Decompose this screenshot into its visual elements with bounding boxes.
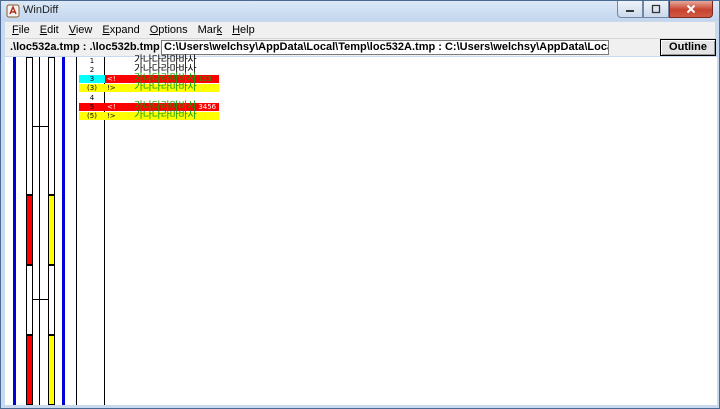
line-number: 5 [89,103,95,111]
menu-file-label: ile [18,24,30,36]
diff-marker-left: <! [107,75,116,83]
menu-view-accel: V [68,24,76,36]
menu-help-accel: H [232,24,241,36]
compared-file-names: .\loc532a.tmp : .\loc532b.tmp [10,41,160,53]
windiff-window: WinDiff File Edit View Expand Options Ma… [0,0,720,409]
title-bar[interactable]: WinDiff [1,1,719,21]
close-icon [686,4,696,14]
line-text-right: 가나다라마바사 [134,110,197,121]
close-button[interactable] [669,1,713,18]
menu-view-label: iew [75,24,93,36]
names-toolbar: .\loc532a.tmp : .\loc532b.tmp C:\Users\w… [5,38,716,56]
overview-left-only-block[interactable] [26,195,33,265]
menu-expand-accel: E [102,24,110,36]
line-text-left-extra: 3456 [198,103,217,111]
line-text-left-extra: 123 [198,75,212,83]
menu-edit-label: dit [47,24,59,36]
menu-expand[interactable]: Expand [97,24,144,36]
overview-right-file-block[interactable] [48,57,55,195]
overview-right-only-block[interactable] [48,195,55,265]
menu-options-accel: O [149,24,159,36]
menu-mark[interactable]: Mark [193,24,227,36]
maximize-icon [651,4,661,14]
diff-marker-right: !> [107,84,116,92]
diff-row-3-right[interactable]: (3) !> 가나다라마바사 [79,82,219,93]
menu-view[interactable]: View [64,24,98,36]
minimize-button[interactable] [617,1,643,18]
line-number: 4 [89,94,95,102]
menu-options[interactable]: Options [145,24,193,36]
overview-left-border [13,57,16,405]
line-number-moved: 3 [79,75,105,83]
overview-left-file-block[interactable] [26,57,33,195]
menu-mark-accel: k [216,24,223,36]
maximize-button[interactable] [643,1,669,18]
line-number: 2 [89,66,95,74]
overview-right-file-block-2[interactable] [48,265,55,335]
window-controls [617,1,713,19]
menu-help-label: elp [240,24,255,36]
overview-link-1 [33,126,48,127]
line-number: 1 [89,57,95,65]
windiff-app-icon [6,4,20,18]
window-title: WinDiff [23,4,59,16]
line-number: (5) [87,112,97,120]
menu-bar: File Edit View Expand Options Mark Help [5,22,715,38]
outline-button[interactable]: Outline [660,39,716,56]
diff-marker-left: <! [107,103,116,111]
menu-file[interactable]: File [5,24,35,36]
diff-row-5-right[interactable]: (5) !> 가나다라마바사 [79,110,219,121]
menu-options-label: ptions [158,24,188,36]
overview-right-border [62,57,65,405]
overview-edge [76,57,77,405]
line-number: (3) [87,84,97,92]
minimize-icon [626,10,634,12]
line-text-right: 가나다라마바사 [134,82,197,93]
menu-edit[interactable]: Edit [35,24,64,36]
overview-link-2 [33,299,48,300]
overview-right-only-block-2[interactable] [48,335,55,405]
diff-marker-right: !> [107,112,116,120]
overview-left-file-block-2[interactable] [26,265,33,335]
diff-view[interactable]: 1 가나다라마바사 2 가나다라마바사 3 <! 가나다라마바사 123 (3) … [5,56,717,405]
overview-divider [39,57,40,405]
menu-expand-label: xpand [109,24,140,36]
menu-help[interactable]: Help [227,24,260,36]
overview-left-only-block-2[interactable] [26,335,33,405]
menu-file-accel: F [12,24,19,36]
compared-file-paths: C:\Users\welchsy\AppData\Local\Temp\loc5… [161,40,609,55]
menu-mark-label: Mar [197,24,217,36]
menu-edit-accel: E [39,24,48,36]
